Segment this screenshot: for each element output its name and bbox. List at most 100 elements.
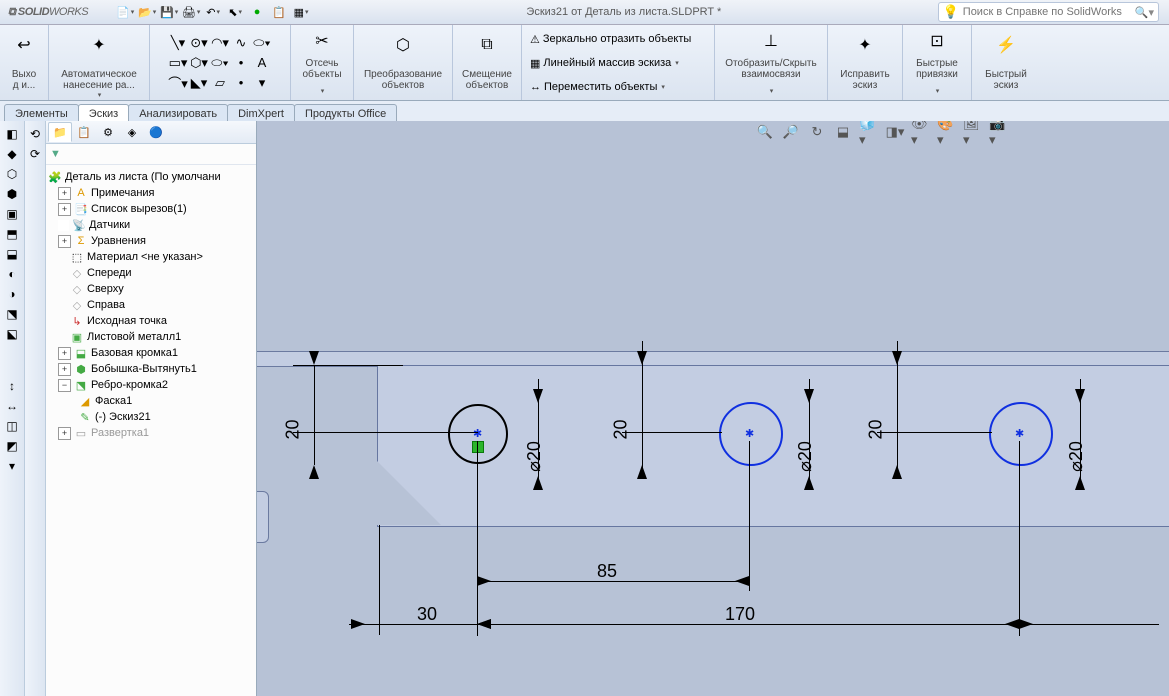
dim-170[interactable]: 170 [725, 604, 755, 625]
view-orient-icon[interactable]: 🧊▾ [859, 123, 879, 141]
select-icon[interactable]: ⬉▾ [226, 3, 244, 21]
tree-top[interactable]: Сверху [87, 283, 124, 295]
plane-tool-icon[interactable]: ▱ [210, 74, 230, 92]
vtool-16[interactable]: ▾ [3, 457, 21, 475]
expand-icon[interactable]: + [58, 187, 71, 200]
feature-tree-tab-icon[interactable]: 📁 [48, 122, 72, 142]
dim-dia-1[interactable]: ⌀20 [524, 441, 545, 472]
tree-sheetmetal[interactable]: Листовой металл1 [87, 331, 181, 343]
display-tab-icon[interactable]: 🔵 [144, 122, 168, 142]
expand-icon[interactable]: + [58, 203, 71, 216]
dim-20-3[interactable]: 20 [866, 419, 887, 439]
repair-sketch-button[interactable]: ✦ Исправитьэскиз [828, 25, 903, 100]
tree-sensors[interactable]: Датчики [89, 219, 130, 231]
vtool-11[interactable]: ⬕ [3, 325, 21, 343]
vtool-9[interactable]: ◑ [3, 285, 21, 303]
panel-filter[interactable]: ▼ [46, 144, 256, 165]
tree-chamfer[interactable]: Фаска1 [95, 395, 132, 407]
tree-annotations[interactable]: Примечания [91, 187, 155, 199]
trim-button[interactable]: ✂ Отсечьобъекты ▾ [291, 25, 354, 100]
config-tab-icon[interactable]: ⚙ [96, 122, 120, 142]
graphics-viewport[interactable]: 🔍 🔎 ↻ ⬓ 🧊▾ ◨▾ 👁▾ 🎨▾ 🖼▾ 📷▾ ✱ [257, 121, 1169, 696]
vtool-1[interactable]: ◧ [3, 125, 21, 143]
vtool-15[interactable]: ◩ [3, 437, 21, 455]
property-tab-icon[interactable]: 📋 [72, 122, 96, 142]
convert-button[interactable]: ⬡ Преобразованиеобъектов [354, 25, 453, 100]
tree-front[interactable]: Спереди [87, 267, 132, 279]
tree-edgeflange[interactable]: Ребро-кромка2 [91, 379, 168, 391]
offset-button[interactable]: ⧉ Смещениеобъектов [453, 25, 522, 100]
vtool-2[interactable]: ◆ [3, 145, 21, 163]
tree-flatpattern[interactable]: Развертка1 [91, 427, 149, 439]
dim-30[interactable]: 30 [417, 604, 437, 625]
line-tool-icon[interactable]: ╲▾ [168, 34, 188, 52]
search-input[interactable] [961, 5, 1135, 19]
show-relations-button[interactable]: ⊥ Отобразить/Скрытьвзаимосвязи ▾ [715, 25, 828, 100]
print-icon[interactable]: 🖨▾ [182, 3, 200, 21]
scene-icon[interactable]: 🖼▾ [963, 123, 983, 141]
expand-icon[interactable]: − [58, 379, 71, 392]
linear-pattern-button[interactable]: ▦Линейный массив эскиза▾ [528, 56, 681, 71]
vtool2-2[interactable]: ⟳ [26, 145, 44, 163]
zoom-fit-icon[interactable]: 🔍 [755, 123, 775, 141]
dim-20-1[interactable]: 20 [283, 419, 304, 439]
tree-cutlist[interactable]: Список вырезов(1) [91, 203, 187, 215]
point-tool-icon[interactable]: • [231, 54, 251, 72]
new-file-icon[interactable]: 📄▾ [116, 3, 134, 21]
dim-85[interactable]: 85 [597, 561, 617, 582]
mirror-button[interactable]: ⚠Зеркально отразить объекты [528, 32, 693, 47]
ellipse-tool-icon[interactable]: ⬭▾ [252, 34, 272, 52]
open-file-icon[interactable]: 📂▾ [138, 3, 156, 21]
move-button[interactable]: ↔Переместить объекты▾ [528, 80, 667, 94]
tree-sketch21[interactable]: (-) Эскиз21 [95, 411, 151, 423]
polygon-tool-icon[interactable]: ⬡▾ [189, 54, 209, 72]
vtool-6[interactable]: ⬒ [3, 225, 21, 243]
vtool-5[interactable]: ▣ [3, 205, 21, 223]
rapid-sketch-button[interactable]: ⚡ Быстрыйэскиз [972, 25, 1040, 100]
expand-icon[interactable]: + [58, 347, 71, 360]
dim-dia-2[interactable]: ⌀20 [795, 441, 816, 472]
rotate-icon[interactable]: ↻ [807, 123, 827, 141]
options-icon[interactable]: 📋 [270, 3, 288, 21]
dim-20-2[interactable]: 20 [611, 419, 632, 439]
misc2-tool-icon[interactable]: ▾ [252, 74, 272, 92]
vtool-12[interactable]: ↕ [3, 377, 21, 395]
vtool-14[interactable]: ◫ [3, 417, 21, 435]
display-style-icon[interactable]: ◨▾ [885, 123, 905, 141]
hide-show-icon[interactable]: 👁▾ [911, 123, 931, 141]
slot-tool-icon[interactable]: ⬭▾ [210, 54, 230, 72]
render-icon[interactable]: 📷▾ [989, 123, 1009, 141]
tree-right[interactable]: Справа [87, 299, 125, 311]
fillet-tool-icon[interactable]: ⌒▾ [168, 74, 188, 92]
text-tool-icon[interactable]: A [252, 54, 272, 72]
vtool-7[interactable]: ⬓ [3, 245, 21, 263]
rebuild-icon[interactable]: ● [248, 3, 266, 21]
dimxpert-tab-icon[interactable]: ◈ [120, 122, 144, 142]
undo-icon[interactable]: ↶▾ [204, 3, 222, 21]
smart-dimension-button[interactable]: ✦ Автоматическоенанесение ра... ▾ [49, 25, 150, 100]
vtool-13[interactable]: ↔ [3, 397, 21, 415]
misc-tool-icon[interactable]: • [231, 74, 251, 92]
quick-snaps-button[interactable]: ⊡ Быстрыепривязки ▾ [903, 25, 972, 100]
zoom-area-icon[interactable]: 🔎 [781, 123, 801, 141]
vtool-8[interactable]: ◐ [3, 265, 21, 283]
vtool-10[interactable]: ⬔ [3, 305, 21, 323]
vtool-3[interactable]: ⬡ [3, 165, 21, 183]
appearance-icon[interactable]: 🎨▾ [937, 123, 957, 141]
help-search[interactable]: 💡 🔍▾ [938, 2, 1159, 22]
arc-tool-icon[interactable]: ◠▾ [210, 34, 230, 52]
vtool-4[interactable]: ⬢ [3, 185, 21, 203]
tree-root[interactable]: Деталь из листа (По умолчани [65, 171, 221, 183]
tree-baseflange[interactable]: Базовая кромка1 [91, 347, 178, 359]
exit-sketch-button[interactable]: ↩ Выход и... [0, 25, 49, 100]
vtool2-1[interactable]: ⟲ [26, 125, 44, 143]
tree-material[interactable]: Материал <не указан> [87, 251, 203, 263]
dim-dia-3[interactable]: ⌀20 [1066, 441, 1087, 472]
tree-equations[interactable]: Уравнения [91, 235, 146, 247]
circle-tool-icon[interactable]: ⊙▾ [189, 34, 209, 52]
chamfer-tool-icon[interactable]: ◣▾ [189, 74, 209, 92]
spline-tool-icon[interactable]: ∿ [231, 34, 251, 52]
section-icon[interactable]: ⬓ [833, 123, 853, 141]
rectangle-tool-icon[interactable]: ▭▾ [168, 54, 188, 72]
expand-icon[interactable]: + [58, 363, 71, 376]
